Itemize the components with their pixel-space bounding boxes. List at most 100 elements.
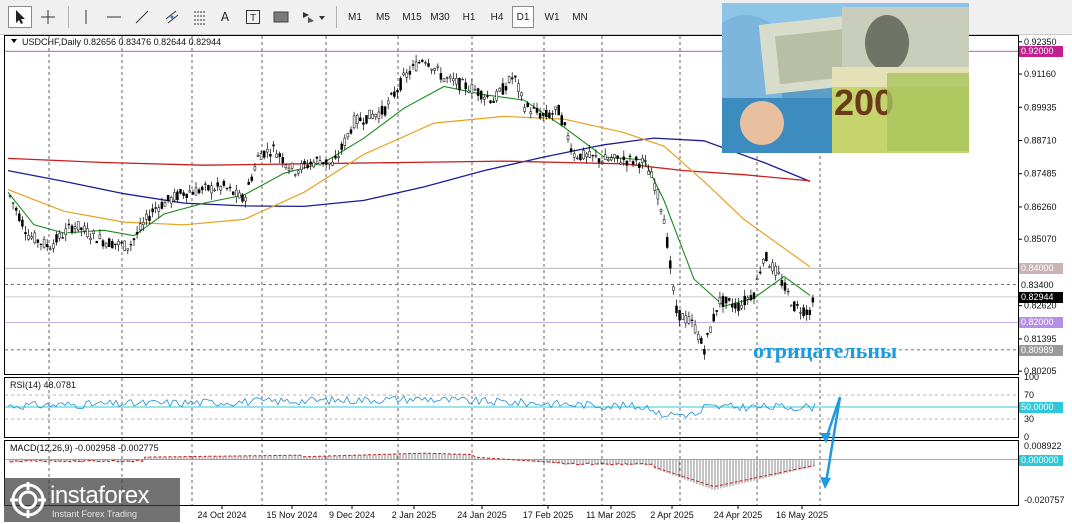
candle-body xyxy=(355,114,359,125)
candle-body xyxy=(675,305,678,314)
candle-body xyxy=(758,271,762,274)
candle-body xyxy=(678,309,681,321)
macd-tick-label: -0.020757 xyxy=(1024,495,1065,505)
candle-body xyxy=(185,193,188,198)
candle-body xyxy=(582,150,585,160)
candle-body xyxy=(67,223,71,226)
rectangle-button[interactable] xyxy=(270,6,292,28)
candle-body xyxy=(529,111,533,114)
timeframe-m30[interactable]: M30 xyxy=(428,6,452,28)
crosshair-tool-button[interactable] xyxy=(36,6,60,28)
rectangle-icon xyxy=(273,11,289,23)
timeframe-w1[interactable]: W1 xyxy=(540,6,564,28)
candle-body xyxy=(591,154,595,157)
price-tick-label: 0.85070 xyxy=(1024,234,1057,244)
candle-body xyxy=(765,252,768,262)
timeframe-mn[interactable]: MN xyxy=(568,6,592,28)
candle-body xyxy=(718,297,722,305)
macd-label: MACD(12,26,9) -0.002958 -0.002775 xyxy=(10,443,159,453)
candle-body xyxy=(473,89,477,91)
price-badge: 0.83400 xyxy=(1019,280,1063,291)
trendline-button[interactable] xyxy=(130,6,154,28)
price-tick-label: 0.91160 xyxy=(1024,69,1056,79)
candle-body xyxy=(786,290,790,293)
candle-body xyxy=(498,88,502,92)
candle-body xyxy=(126,248,130,251)
candle-body xyxy=(145,213,148,220)
level-badge: 0.000000 xyxy=(1019,455,1063,466)
banknotes-image: 200 xyxy=(722,3,969,153)
candle-body xyxy=(42,238,46,248)
candle-body xyxy=(724,296,728,304)
candle-body xyxy=(306,164,309,168)
candle-body xyxy=(39,243,43,246)
candle-body xyxy=(545,110,548,117)
candle-body xyxy=(393,91,396,97)
candle-body xyxy=(380,105,384,115)
candle-body xyxy=(796,303,799,306)
timeframe-m15[interactable]: M15 xyxy=(400,6,424,28)
candle-body xyxy=(176,191,179,201)
candle-body xyxy=(656,189,660,200)
candle-body xyxy=(634,156,638,161)
shapes-menu-button[interactable] xyxy=(298,6,330,28)
candle-body xyxy=(597,158,601,163)
vertical-line-button[interactable] xyxy=(74,6,98,28)
candle-body xyxy=(662,219,666,224)
timeframe-d1[interactable]: D1 xyxy=(512,6,534,28)
candle-body xyxy=(706,332,709,335)
candle-body xyxy=(95,241,99,244)
timeframe-m1[interactable]: M1 xyxy=(344,6,366,28)
candle-body xyxy=(107,238,111,247)
candle-body xyxy=(328,162,331,165)
candle-body xyxy=(641,158,644,163)
candle-body xyxy=(749,295,753,301)
candle-body xyxy=(408,70,412,75)
candle-body xyxy=(247,181,250,185)
candle-body xyxy=(142,222,145,226)
candle-body xyxy=(650,171,653,178)
price-badge: 0.82000 xyxy=(1019,317,1063,328)
candle-body xyxy=(49,248,52,251)
candle-body xyxy=(442,78,446,82)
candle-body xyxy=(789,305,793,307)
timeframe-m5[interactable]: M5 xyxy=(372,6,394,28)
candle-body xyxy=(293,174,297,176)
candle-body xyxy=(204,183,207,185)
candle-body xyxy=(235,189,238,197)
candle-body xyxy=(526,102,529,107)
candle-body xyxy=(563,122,567,126)
candle-body xyxy=(337,156,340,158)
timeframe-h1[interactable]: H1 xyxy=(458,6,480,28)
candle-body xyxy=(405,72,409,78)
candle-body xyxy=(269,154,272,157)
candle-body xyxy=(551,113,554,115)
timeframe-h4[interactable]: H4 xyxy=(486,6,508,28)
candle-body xyxy=(362,122,365,125)
candle-body xyxy=(780,280,784,286)
horizontal-line-button[interactable] xyxy=(102,6,126,28)
candle-body xyxy=(399,78,402,91)
fibonacci-button[interactable] xyxy=(188,6,212,28)
candle-body xyxy=(771,262,774,272)
candle-body xyxy=(368,109,371,119)
candle-body xyxy=(489,100,492,104)
candle-body xyxy=(572,153,576,158)
rsi-tick-label: 30 xyxy=(1024,414,1034,424)
candle-body xyxy=(309,161,312,165)
rsi-tick-label: 70 xyxy=(1024,390,1034,400)
toolbar-separator xyxy=(68,6,69,28)
candle-body xyxy=(216,182,219,187)
cursor-tool-button[interactable] xyxy=(8,6,32,28)
candle-body xyxy=(653,183,657,191)
text-label-button[interactable]: T xyxy=(242,6,264,28)
text-tool-button[interactable]: A xyxy=(214,6,236,28)
candle-body xyxy=(734,303,737,309)
candle-body xyxy=(445,77,449,79)
channel-button[interactable] xyxy=(160,6,184,28)
price-badge: 0.82944 xyxy=(1019,292,1063,303)
candle-body xyxy=(188,190,192,193)
candle-body xyxy=(89,237,92,240)
candle-body xyxy=(576,157,579,160)
candle-body xyxy=(349,129,353,134)
